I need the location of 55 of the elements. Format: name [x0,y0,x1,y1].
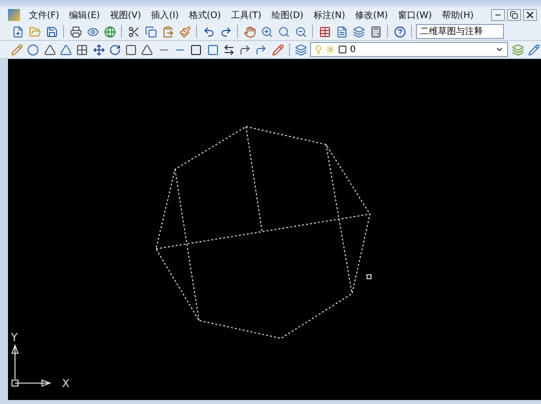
color-swatch-icon [338,45,348,54]
triangle-icon[interactable] [42,42,57,57]
menu-item[interactable]: 插入(I) [146,7,184,23]
menu-item[interactable]: 文件(F) [24,7,64,23]
help-icon[interactable] [392,24,407,39]
layer-dropdown[interactable]: 0 [310,42,508,57]
menu-item[interactable]: 格式(O) [184,7,226,23]
menu-item[interactable]: 帮助(H) [436,7,479,23]
close-icon [526,11,534,19]
layers-icon[interactable] [294,42,308,57]
layers-icon[interactable] [510,42,525,57]
app-icon [8,9,20,21]
table-icon[interactable] [317,24,332,39]
search-icon[interactable] [276,24,291,39]
printer-icon[interactable] [68,24,83,39]
caret-icon [495,45,504,54]
square-icon[interactable] [189,42,204,57]
menu-item[interactable]: 编辑(E) [64,7,105,23]
triangle-icon[interactable] [140,42,155,57]
arrows-icon[interactable] [222,42,236,57]
lightbulb-icon [314,45,324,54]
layer-name: 0 [350,44,356,54]
workspace-dropdown[interactable]: 二维草图与注释 [416,24,504,39]
menu-item[interactable]: 窗口(W) [392,7,437,23]
triangle-icon[interactable] [58,42,74,57]
axis-label: X [62,377,70,390]
restore-button[interactable] [507,9,521,21]
layers-icon[interactable] [351,24,366,39]
menu-item[interactable]: 工具(T) [226,7,266,23]
axis-label: Y [11,331,18,344]
scissors-icon[interactable] [126,24,141,39]
menu-item[interactable]: 修改(M) [350,7,393,23]
save-icon[interactable] [44,24,59,39]
grid-icon[interactable] [75,42,90,57]
restore-icon [510,11,518,19]
zoom-out-icon[interactable] [293,24,308,39]
sun-icon [326,45,336,54]
pencil-icon[interactable] [526,42,541,57]
close-button[interactable] [523,9,537,21]
pencil-icon[interactable] [10,42,24,57]
pencil-icon[interactable] [270,42,285,57]
ucs-axis-icon [12,344,52,387]
minimize-button[interactable] [491,9,505,21]
rotate-icon[interactable] [108,42,122,57]
hand-icon[interactable] [242,24,257,39]
menu-item[interactable]: 标注(N) [308,7,350,23]
menu-item[interactable]: 视图(V) [104,7,146,23]
cursor-icon [366,274,372,280]
menu-item[interactable]: 绘图(D) [266,7,308,23]
square-icon[interactable] [124,42,138,57]
circle-icon[interactable] [26,42,41,57]
zoom-in-icon[interactable] [259,24,274,39]
copy-icon[interactable] [143,24,158,39]
globe-icon[interactable] [102,24,117,39]
move-icon[interactable] [91,42,106,57]
